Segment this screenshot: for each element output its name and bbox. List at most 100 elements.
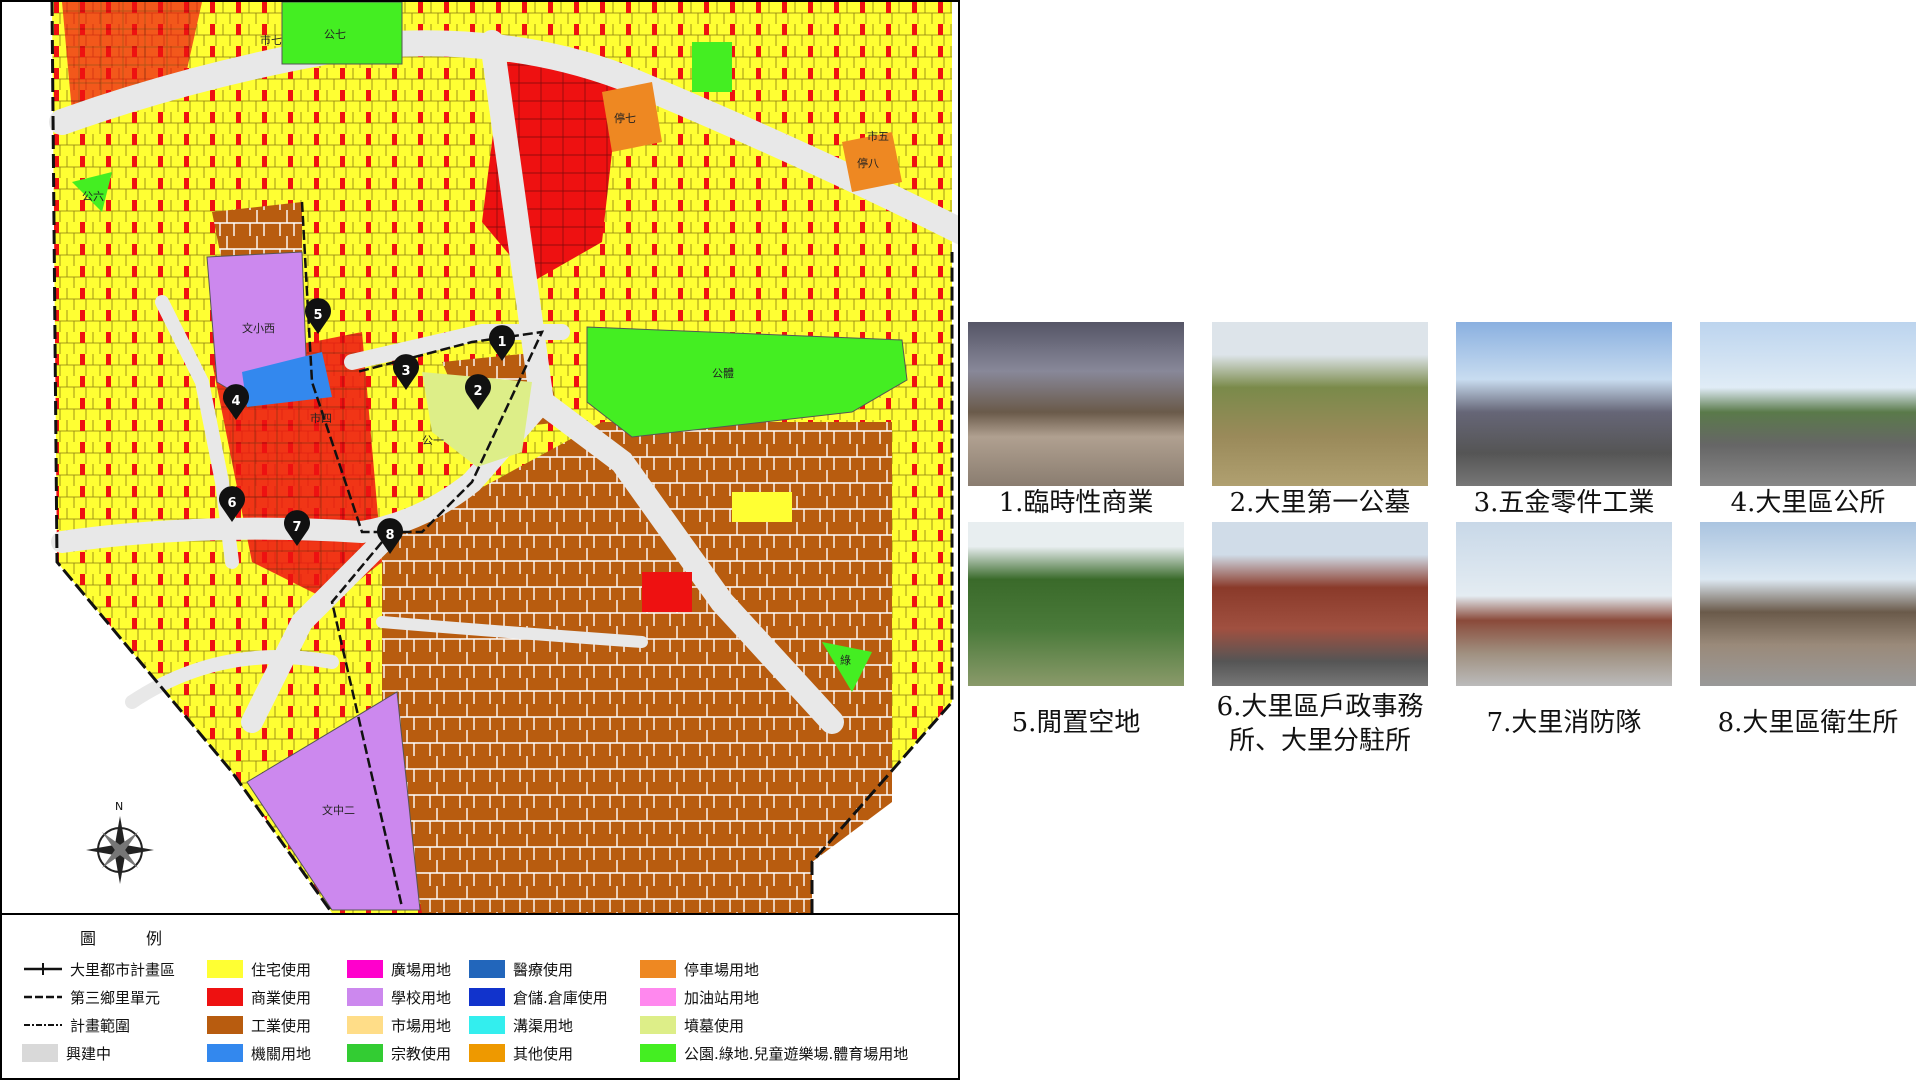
photo-marker-label: 4 — [231, 394, 240, 409]
photo-card-7[interactable]: 7.大里消防隊 — [1453, 522, 1675, 740]
legend-item: 住宅使用 — [207, 955, 311, 983]
legend-item: 墳墓使用 — [640, 1011, 908, 1039]
legend-label: 墳墓使用 — [684, 1016, 745, 1035]
land-use-map[interactable]: 公七 市七 公六 停七 市五 停八 文小西 公體 公一 市四 文中二 綠 1 2 3… — [0, 0, 960, 915]
legend-item: 溝渠用地 — [469, 1011, 608, 1039]
label-market5: 市五 — [867, 129, 889, 143]
legend-label: 溝渠用地 — [513, 1016, 574, 1035]
photo-caption: 7.大里消防隊 — [1486, 708, 1642, 738]
legend-swatch — [347, 960, 383, 978]
legend-column-4: 醫療使用倉儲.倉庫使用溝渠用地其他使用 — [469, 955, 608, 1067]
legend-swatch — [640, 1044, 676, 1062]
photo-card-2[interactable]: 2.大里第一公墓 — [1209, 322, 1431, 520]
photo-caption: 2.大里第一公墓 — [1229, 488, 1411, 518]
legend-swatch — [347, 988, 383, 1006]
label-sports: 公體 — [712, 367, 734, 380]
legend-label: 加油站用地 — [684, 988, 760, 1007]
legend-swatch — [347, 1044, 383, 1062]
photo-marker-label: 1 — [497, 335, 506, 350]
photo-marker-label: 8 — [385, 528, 394, 543]
photo-card-4[interactable]: 4.大里區公所 — [1697, 322, 1919, 520]
legend-item: 加油站用地 — [640, 983, 908, 1011]
legend-column-3: 廣場用地 學校用地 市場用地 宗教使用 — [347, 955, 451, 1067]
legend-item: 公園.綠地.兒童遊樂場.體育場用地 — [640, 1039, 908, 1067]
site-photo[interactable] — [1700, 522, 1916, 686]
legend-label: 醫療使用 — [513, 960, 574, 979]
label-green: 綠 — [840, 654, 851, 667]
legend-swatch — [469, 960, 505, 978]
label-parking8: 停八 — [857, 156, 879, 170]
legend-label: 商業使用 — [251, 988, 312, 1007]
legend-item: 市場用地 — [347, 1011, 451, 1039]
photo-caption: 6.大里區戶政事務所、大里分駐所 — [1216, 692, 1424, 756]
legend-label: 其他使用 — [513, 1044, 574, 1063]
legend-label: 停車場用地 — [684, 960, 760, 979]
legend-swatch — [207, 1016, 243, 1034]
label-school-mid2: 文中二 — [322, 803, 355, 817]
photo-card-1[interactable]: 1.臨時性商業 — [965, 322, 1187, 520]
legend-title: 圖例 — [80, 929, 213, 948]
photo-card-8[interactable]: 8.大里區衛生所 — [1697, 522, 1919, 740]
site-photo[interactable] — [1456, 522, 1672, 686]
legend-swatch — [640, 960, 676, 978]
site-photo[interactable] — [1456, 322, 1672, 486]
legend-item: 停車場用地 — [640, 955, 908, 983]
legend-item: 醫療使用 — [469, 955, 608, 983]
legend-label: 機關用地 — [251, 1044, 312, 1063]
photo-card-3[interactable]: 3.五金零件工業 — [1453, 322, 1675, 520]
photo-caption: 5.閒置空地 — [1011, 708, 1141, 738]
legend-swatch — [640, 988, 676, 1006]
label-school-west: 文小西 — [242, 321, 275, 335]
legend-line-symbol — [24, 963, 62, 975]
legend-swatch — [207, 988, 243, 1006]
photo-marker-label: 6 — [227, 496, 236, 511]
legend-label: 大里都市計畫區 — [70, 960, 176, 979]
photo-card-5[interactable]: 5.閒置空地 — [965, 522, 1187, 740]
legend-label: 工業使用 — [251, 1016, 312, 1035]
photo-card-6[interactable]: 6.大里區戶政事務所、大里分駐所 — [1209, 522, 1431, 758]
legend-item: 廣場用地 — [347, 955, 451, 983]
legend-swatch — [347, 1016, 383, 1034]
site-photo[interactable] — [1212, 322, 1428, 486]
photo-caption: 1.臨時性商業 — [998, 488, 1154, 518]
legend-item: 興建中 — [22, 1039, 175, 1067]
legend-item: 計畫範圍 — [22, 1011, 175, 1039]
legend-label: 興建中 — [66, 1044, 112, 1063]
legend-label: 市場用地 — [391, 1016, 452, 1035]
photo-caption: 8.大里區衛生所 — [1717, 708, 1899, 738]
photo-marker-label: 7 — [292, 520, 301, 535]
site-photo[interactable] — [1700, 322, 1916, 486]
label-market7: 市七 — [260, 33, 282, 47]
legend-item: 商業使用 — [207, 983, 311, 1011]
legend-swatch — [207, 960, 243, 978]
label-parking7: 停七 — [614, 111, 636, 125]
legend-item: 大里都市計畫區 — [22, 955, 175, 983]
legend-item: 第三鄉里單元 — [22, 983, 175, 1011]
legend-label: 公園.綠地.兒童遊樂場.體育場用地 — [684, 1044, 909, 1063]
photo-grid: 1.臨時性商業 2.大里第一公墓 3.五金零件工業 4.大里區公所 5.閒置空地 6.大里… — [965, 322, 1920, 782]
legend-label: 住宅使用 — [251, 960, 312, 979]
commercial-block — [642, 572, 692, 612]
label-park1: 公一 — [422, 434, 444, 447]
legend-item: 倉儲.倉庫使用 — [469, 983, 608, 1011]
legend-item: 機關用地 — [207, 1039, 311, 1067]
photo-marker-label: 5 — [313, 308, 322, 323]
north-label: N — [115, 800, 123, 813]
legend-label: 第三鄉里單元 — [70, 988, 161, 1007]
legend-swatch — [640, 1016, 676, 1034]
legend-swatch — [207, 1044, 243, 1062]
legend-item: 工業使用 — [207, 1011, 311, 1039]
legend-swatch — [22, 1044, 58, 1062]
legend-item: 其他使用 — [469, 1039, 608, 1067]
photo-marker-label: 2 — [473, 384, 482, 399]
map-canvas[interactable]: 公七 市七 公六 停七 市五 停八 文小西 公體 公一 市四 文中二 綠 1 2 3… — [2, 2, 958, 913]
legend-label: 計畫範圍 — [70, 1016, 131, 1035]
legend-item: 宗教使用 — [347, 1039, 451, 1067]
site-photo[interactable] — [1212, 522, 1428, 686]
site-photo[interactable] — [968, 522, 1184, 686]
label-park7: 公七 — [324, 28, 346, 41]
site-photo[interactable] — [968, 322, 1184, 486]
label-park6: 公六 — [82, 190, 104, 203]
legend-label: 宗教使用 — [391, 1044, 452, 1063]
legend-line-symbol — [24, 1024, 62, 1026]
